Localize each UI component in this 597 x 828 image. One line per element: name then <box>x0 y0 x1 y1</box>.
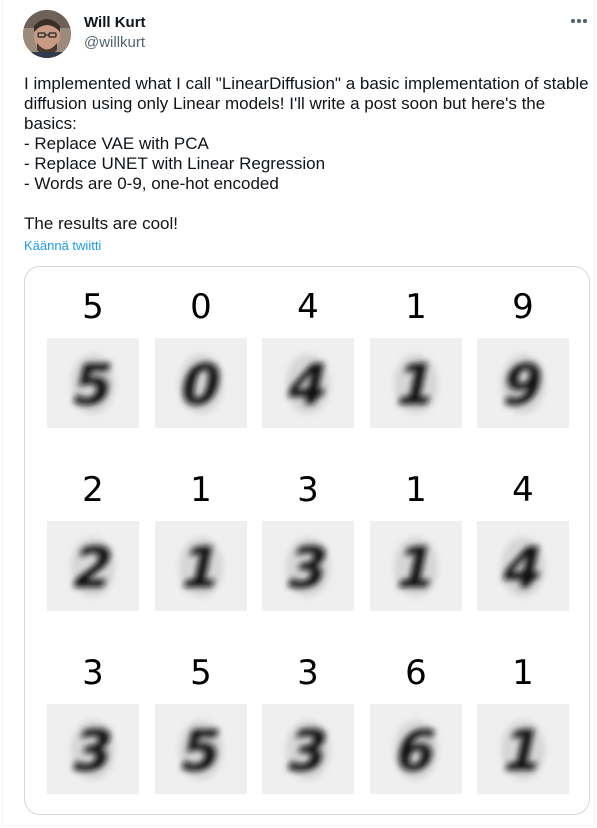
avatar[interactable] <box>23 10 71 58</box>
tweet-media-image[interactable]: 550044119922113311443355336611 <box>24 266 590 815</box>
author-display-name[interactable]: Will Kurt <box>84 14 146 31</box>
generated-digit-image: 0 <box>155 338 247 428</box>
generated-digit-image: 1 <box>477 704 569 794</box>
generated-digit-image: 3 <box>262 521 354 611</box>
tweet-card: Will Kurt @willkurt I implemented what I… <box>2 0 595 826</box>
digit-label: 5 <box>190 653 212 693</box>
generated-digit-image: 3 <box>47 704 139 794</box>
generated-digit-image: 4 <box>477 521 569 611</box>
generated-digit-image: 2 <box>47 521 139 611</box>
digit-label: 1 <box>190 470 212 510</box>
generated-digit-image: 1 <box>370 338 462 428</box>
generated-digit-image: 5 <box>155 704 247 794</box>
digit-label: 3 <box>297 653 319 693</box>
tweet-text: I implemented what I call "LinearDiffusi… <box>24 74 589 233</box>
user-avatar-photo-icon <box>23 10 71 58</box>
digit-label: 9 <box>512 287 534 327</box>
generated-digit-image: 3 <box>262 704 354 794</box>
digit-label: 0 <box>190 287 212 327</box>
author-handle[interactable]: @willkurt <box>84 34 145 51</box>
generated-digit-image: 4 <box>262 338 354 428</box>
generated-digit-image: 9 <box>477 338 569 428</box>
more-options-button[interactable] <box>566 8 592 34</box>
generated-digit-image: 1 <box>155 521 247 611</box>
translate-tweet-link[interactable]: Käännä twiitti <box>24 238 101 253</box>
digit-label: 4 <box>297 287 319 327</box>
digit-label: 6 <box>405 653 427 693</box>
generated-digit-image: 5 <box>47 338 139 428</box>
digit-label: 2 <box>82 470 104 510</box>
digit-label: 4 <box>512 470 534 510</box>
digit-label: 3 <box>297 470 319 510</box>
digit-label: 1 <box>512 653 534 693</box>
digit-label: 1 <box>405 287 427 327</box>
digit-label: 5 <box>82 287 104 327</box>
generated-digit-image: 6 <box>370 704 462 794</box>
digit-label: 1 <box>405 470 427 510</box>
generated-digit-image: 1 <box>370 521 462 611</box>
digit-label: 3 <box>82 653 104 693</box>
